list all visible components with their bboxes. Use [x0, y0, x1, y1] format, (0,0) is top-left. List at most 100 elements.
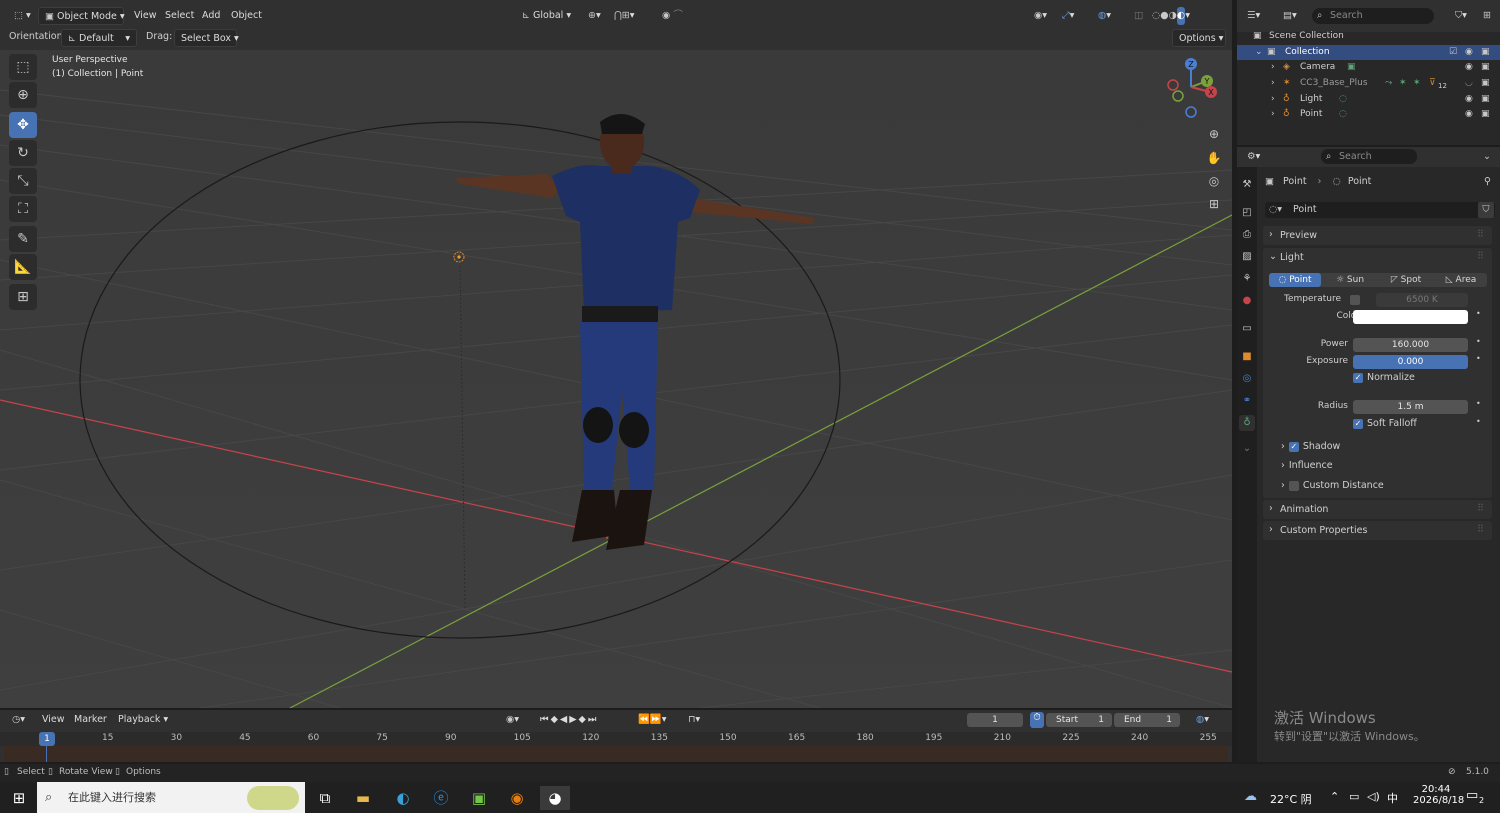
- pin-icon[interactable]: ⚲: [1484, 176, 1491, 187]
- move-tool[interactable]: ✥: [9, 112, 37, 138]
- outliner-editor-type[interactable]: ☰▾: [1241, 7, 1266, 25]
- tab-tool[interactable]: ⚒: [1239, 177, 1255, 193]
- display-mode-select[interactable]: ▤▾: [1277, 7, 1303, 25]
- qq-icon[interactable]: ◕: [540, 786, 570, 810]
- new-collection-button[interactable]: ⊞: [1477, 7, 1497, 25]
- timeline-track[interactable]: [4, 746, 1228, 762]
- drag-handle-icon[interactable]: ⠿: [1477, 251, 1484, 262]
- exposure-field[interactable]: 0.000: [1353, 355, 1468, 369]
- taskbar-search[interactable]: ⌕ 在此键入进行搜索: [37, 782, 305, 813]
- tray-chevron-icon[interactable]: ⌃: [1330, 790, 1339, 803]
- fake-user-icon[interactable]: ⛉: [1478, 202, 1494, 218]
- light-type-point[interactable]: ◌ Point: [1269, 273, 1321, 287]
- menu-select[interactable]: Select: [159, 7, 200, 25]
- light-type-spot[interactable]: ◸ Spot: [1379, 273, 1433, 287]
- filter-button[interactable]: ⛉▾: [1449, 7, 1473, 25]
- light-section-label[interactable]: Light: [1280, 252, 1304, 263]
- timeline-menu-view[interactable]: View: [36, 711, 71, 729]
- auto-keying-toggle[interactable]: ◉▾: [500, 711, 525, 729]
- blender-icon[interactable]: ◉: [502, 786, 532, 810]
- snap-toggle[interactable]: ⋂⊞▾: [608, 7, 641, 25]
- file-explorer-icon[interactable]: ▬: [348, 786, 378, 810]
- outliner-collection[interactable]: ⌄ ▣ Collection ☑ ◉ ▣: [1237, 45, 1500, 60]
- camera-view-button[interactable]: ◎: [1203, 171, 1225, 191]
- tab-light-data[interactable]: ♁: [1239, 415, 1255, 431]
- shadow-subpanel[interactable]: › ✓ Shadow: [1281, 441, 1340, 452]
- camera-render-icon[interactable]: ▣: [1481, 76, 1490, 91]
- material-shading-icon[interactable]: ◑: [1169, 7, 1177, 25]
- tab-object[interactable]: ■: [1239, 349, 1255, 365]
- keyframe-dot-icon[interactable]: •: [1476, 309, 1481, 318]
- influence-subpanel[interactable]: › Influence: [1281, 460, 1333, 471]
- tab-scene[interactable]: ⚘: [1239, 271, 1255, 287]
- tab-render[interactable]: ◰: [1239, 205, 1255, 221]
- outliner-search[interactable]: ⌕ Search: [1312, 8, 1434, 24]
- navigation-gizmo[interactable]: Z Y X: [1160, 54, 1226, 120]
- volume-icon[interactable]: ◁): [1367, 790, 1380, 803]
- timeline-menu-playback[interactable]: Playback ▾: [112, 711, 174, 729]
- properties-options[interactable]: ⌄: [1477, 148, 1497, 166]
- camera-render-icon[interactable]: ▣: [1481, 92, 1490, 107]
- outliner-item-cc3[interactable]: › ✶ CC3_Base_Plus ⤳ ✶ ✶ ⊽ 12 ◡ ▣: [1237, 76, 1500, 91]
- camera-render-icon[interactable]: ▣: [1481, 107, 1490, 122]
- pan-button[interactable]: ✋: [1203, 148, 1225, 168]
- start-frame-field[interactable]: Start 1: [1046, 713, 1112, 727]
- notification-icon[interactable]: ▭: [1466, 788, 1478, 803]
- light-type-area[interactable]: ◺ Area: [1435, 273, 1487, 287]
- jump-start-icon[interactable]: ⏮: [540, 714, 551, 725]
- task-view-icon[interactable]: ⧉: [310, 786, 340, 810]
- menu-add[interactable]: Add: [196, 7, 226, 25]
- temperature-checkbox[interactable]: [1350, 294, 1364, 305]
- wireframe-shading-icon[interactable]: ◌: [1152, 7, 1160, 25]
- clock[interactable]: 20:44 2026/8/18: [1413, 784, 1464, 806]
- keyframe-dot-icon[interactable]: •: [1476, 399, 1481, 408]
- outliner-item-camera[interactable]: › ◈ Camera ▣ ◉ ▣: [1237, 60, 1500, 75]
- overlays-toggle[interactable]: ◍▾: [1092, 7, 1117, 25]
- temperature-field[interactable]: 6500 K: [1376, 293, 1468, 307]
- normalize-checkbox[interactable]: ✓ Normalize: [1353, 372, 1415, 383]
- scale-tool[interactable]: ⤡: [9, 168, 37, 194]
- keying-set-select[interactable]: ⊓▾: [682, 711, 706, 729]
- drag-handle-icon[interactable]: ⠿: [1477, 503, 1484, 514]
- shading-buttons[interactable]: ◌●◑◐▾: [1146, 7, 1196, 25]
- cursor-tool[interactable]: ⊕: [9, 82, 37, 108]
- tab-constraints[interactable]: ⚭: [1239, 393, 1255, 409]
- tab-view-layer[interactable]: ▨: [1239, 249, 1255, 265]
- custom-properties-panel[interactable]: › Custom Properties ⠿: [1263, 521, 1492, 540]
- 3d-viewport[interactable]: User Perspective (1) Collection | Point …: [0, 50, 1232, 708]
- visibility-select[interactable]: ◉▾: [1028, 7, 1053, 25]
- timeline-menu-marker[interactable]: Marker: [68, 711, 113, 729]
- camera-render-icon[interactable]: ▣: [1481, 60, 1490, 75]
- edge-icon[interactable]: ◐: [388, 786, 418, 810]
- windows-start-icon[interactable]: ⊞: [4, 786, 34, 810]
- tab-more[interactable]: ⌄: [1239, 441, 1255, 457]
- solid-shading-icon[interactable]: ●: [1160, 7, 1168, 25]
- editor-type-button[interactable]: ⬚ ▾: [8, 7, 37, 25]
- ime-indicator[interactable]: 中: [1387, 790, 1398, 806]
- next-frame-icon[interactable]: ⏩: [650, 714, 662, 725]
- measure-tool[interactable]: 📐: [9, 254, 37, 280]
- nvidia-app-icon[interactable]: ▣: [464, 786, 494, 810]
- eye-icon[interactable]: ◉: [1465, 107, 1473, 122]
- tab-collection[interactable]: ▭: [1239, 321, 1255, 337]
- subframe-controls[interactable]: ⏪⏩▾: [632, 711, 672, 729]
- animation-panel[interactable]: › Animation ⠿: [1263, 500, 1492, 519]
- prev-keyframe-icon[interactable]: ◆: [551, 714, 560, 725]
- color-field[interactable]: [1353, 310, 1468, 324]
- menu-object[interactable]: Object: [225, 7, 268, 25]
- orientation-select[interactable]: ⊾ Default ▾: [61, 29, 137, 47]
- rendered-shading-icon[interactable]: ◐: [1176, 7, 1186, 25]
- select-box-tool[interactable]: ⬚: [9, 54, 37, 80]
- add-cube-tool[interactable]: ⊞: [9, 284, 37, 310]
- options-button[interactable]: Options ▾: [1172, 29, 1226, 47]
- next-keyframe-icon[interactable]: ◆: [579, 714, 588, 725]
- keyframe-dot-icon[interactable]: •: [1476, 337, 1481, 346]
- radius-field[interactable]: 1.5 m: [1353, 400, 1468, 414]
- power-field[interactable]: 160.000: [1353, 338, 1468, 352]
- outliner-scene-collection[interactable]: ▣ Scene Collection: [1237, 29, 1500, 44]
- mode-select[interactable]: ▣ Object Mode ▾: [38, 7, 125, 25]
- drag-handle-icon[interactable]: ⠿: [1477, 229, 1484, 240]
- tab-output[interactable]: ⎙: [1239, 227, 1255, 243]
- ie-icon[interactable]: ⓔ: [426, 786, 456, 810]
- playhead[interactable]: 1: [39, 732, 55, 746]
